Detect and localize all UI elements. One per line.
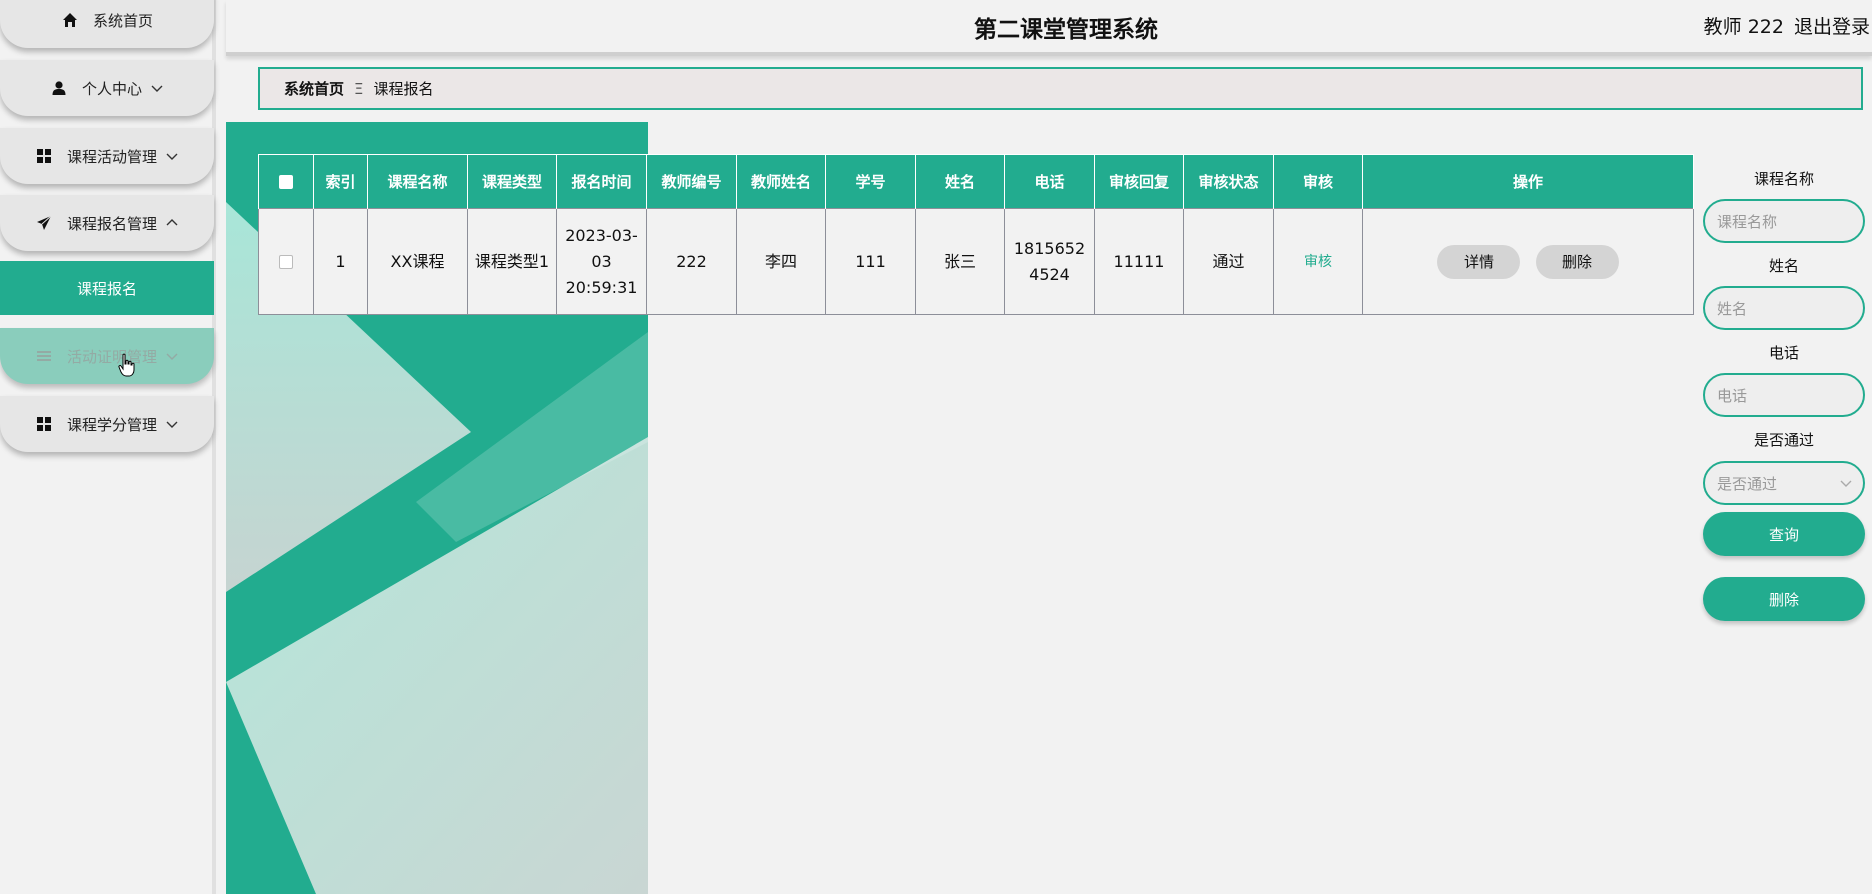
row-select-cell [258,208,314,315]
batch-delete-button[interactable]: 删除 [1703,577,1865,621]
cell-index: 1 [313,208,368,315]
cell-signup-time: 2023-03-03 20:59:31 [556,208,647,315]
column-header: 审核 [1273,154,1363,209]
top-header: 第二课堂管理系统 教师 222 退出登录 [226,0,1872,56]
chevron-down-icon [165,149,179,163]
grid-icon [35,415,53,433]
sidebar-item-personal-center[interactable]: 个人中心 [0,60,214,116]
sidebar-item-label: 课程学分管理 [66,415,157,434]
select-all-checkbox[interactable] [279,175,293,189]
column-header: 审核状态 [1183,154,1274,209]
sidebar-item-course-credit[interactable]: 课程学分管理 [0,396,214,452]
cell-operations: 详情 删除 [1362,208,1694,315]
column-header: 课程类型 [467,154,557,209]
breadcrumb: 系统首页 Ξ 课程报名 [258,67,1863,110]
cell-teacher-no: 222 [646,208,737,315]
column-header: 学号 [825,154,916,209]
current-user: 教师 222 [1703,16,1784,38]
grid-icon [35,147,53,165]
column-header: 报名时间 [556,154,647,209]
column-header: 教师编号 [646,154,737,209]
sidebar-item-course-activity[interactable]: 课程活动管理 [0,128,214,184]
pass-status-label: 是否通过 [1753,431,1814,449]
sidebar-item-home[interactable]: 系统首页 [0,0,214,48]
cell-course-name: XX课程 [367,208,468,315]
column-header: 操作 [1362,154,1694,209]
cell-audit-status: 通过 [1183,208,1274,315]
breadcrumb-home[interactable]: 系统首页 [284,78,344,99]
course-name-label: 课程名称 [1753,170,1814,188]
user-icon [50,79,68,97]
cell-teacher-name: 李四 [736,208,826,315]
detail-button[interactable]: 详情 [1437,244,1521,279]
cell-audit-action: 审核 [1273,208,1363,315]
select-all-cell [258,154,314,209]
user-area: 教师 222 退出登录 [1704,12,1870,39]
table-header-row: 索引 课程名称 课程类型 报名时间 教师编号 教师姓名 学号 姓名 电话 审核回… [258,154,1694,209]
row-checkbox[interactable] [279,255,293,269]
sidebar: 系统首页 个人中心 课程活动管理 课程报名管理 课程报名 活动证明管理 课程学分… [0,0,216,894]
pass-status-select[interactable]: 是否通过 [1703,461,1865,505]
chevron-up-icon [165,216,179,230]
sidebar-item-activity-proof[interactable]: 活动证明管理 [0,328,214,384]
chevron-down-icon [165,417,179,431]
signup-table: 索引 课程名称 课程类型 报名时间 教师编号 教师姓名 学号 姓名 电话 审核回… [258,154,1694,315]
course-name-input[interactable]: 课程名称 [1703,199,1865,243]
column-header: 课程名称 [367,154,468,209]
hand-cursor-icon [118,353,136,381]
paper-plane-icon [35,214,53,232]
phone-input[interactable]: 电话 [1703,373,1865,417]
column-header: 索引 [313,154,368,209]
audit-link[interactable]: 审核 [1304,254,1332,270]
sidebar-item-label: 课程报名管理 [66,214,157,233]
cell-student-no: 111 [825,208,916,315]
column-header: 审核回复 [1094,154,1184,209]
cell-course-type: 课程类型1 [467,208,557,315]
breadcrumb-separator-icon: Ξ [354,79,364,98]
sidebar-item-label: 活动证明管理 [66,347,157,366]
page-title: 第二课堂管理系统 [974,17,1158,43]
home-icon [61,11,79,29]
logout-link[interactable]: 退出登录 [1794,12,1870,39]
column-header: 电话 [1004,154,1095,209]
column-header: 姓名 [915,154,1005,209]
delete-row-button[interactable]: 删除 [1535,244,1619,279]
breadcrumb-current: 课程报名 [373,80,434,98]
chevron-down-icon [1839,476,1853,494]
phone-label: 电话 [1768,344,1799,362]
list-icon [35,347,53,365]
sidebar-item-course-signup[interactable]: 课程报名管理 [0,195,214,251]
sidebar-item-label: 系统首页 [92,11,153,30]
sidebar-subitem-course-signup[interactable]: 课程报名 [0,261,214,315]
chevron-down-icon [150,81,164,95]
table-row: 1 XX课程 课程类型1 2023-03-03 20:59:31 222 李四 … [258,208,1694,315]
cell-phone: 18156524524 [1004,208,1095,315]
name-input[interactable]: 姓名 [1703,286,1865,330]
name-label: 姓名 [1768,257,1799,275]
column-header: 教师姓名 [736,154,826,209]
cell-audit-reply: 11111 [1094,208,1184,315]
cell-name: 张三 [915,208,1005,315]
pass-status-placeholder: 是否通过 [1717,474,1778,493]
query-button[interactable]: 查询 [1703,512,1865,556]
chevron-down-icon [165,349,179,363]
sidebar-item-label: 个人中心 [81,79,142,98]
sidebar-item-label: 课程活动管理 [66,147,157,166]
